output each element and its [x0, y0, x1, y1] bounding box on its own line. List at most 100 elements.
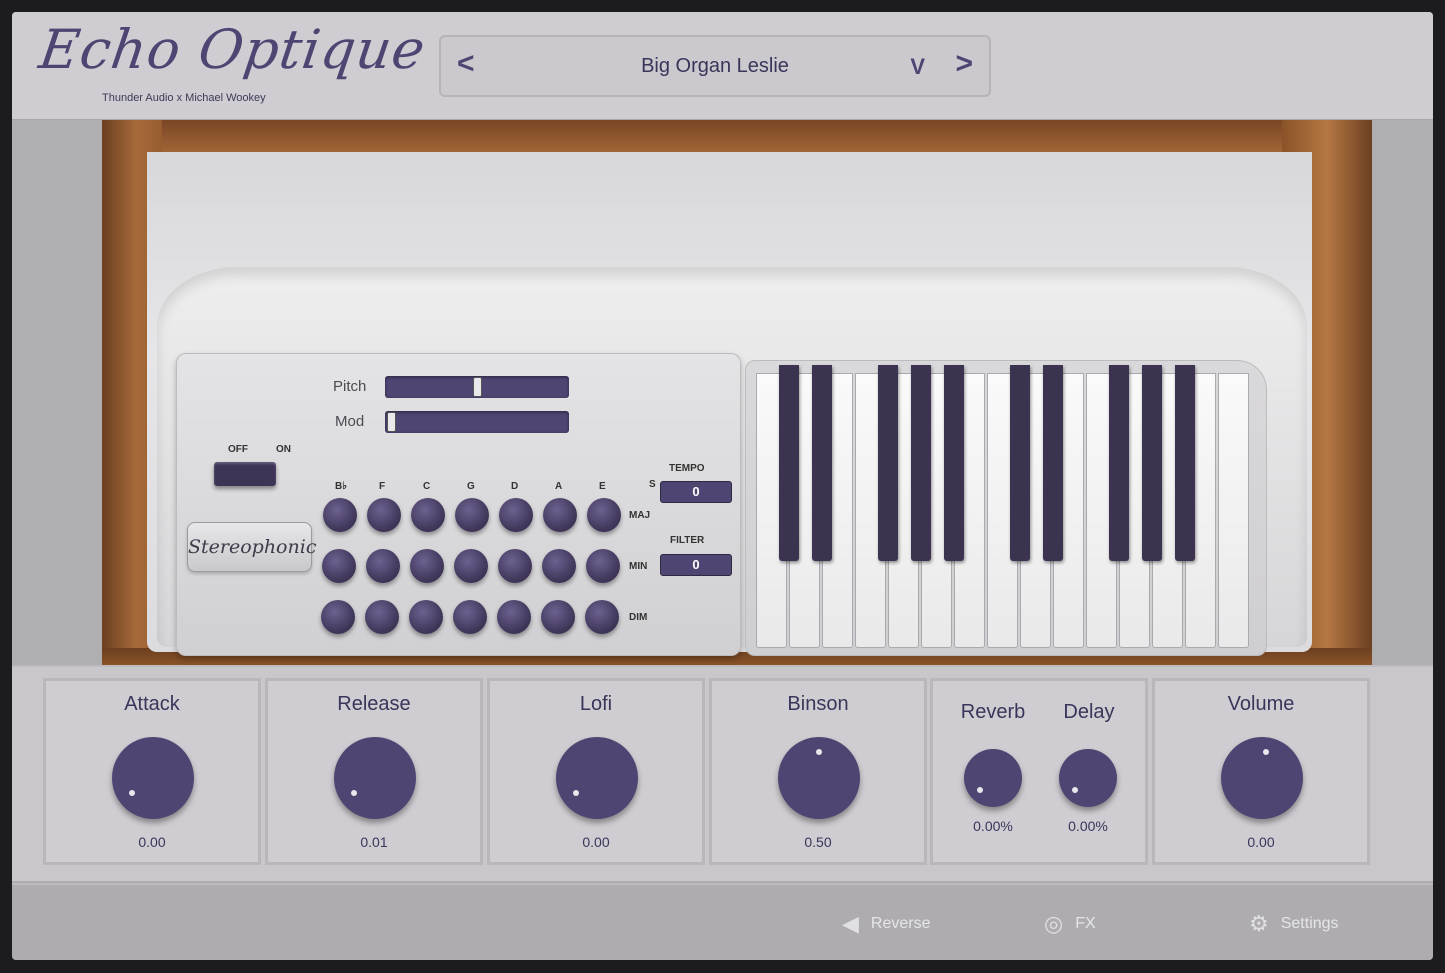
delay-knob[interactable] — [1059, 749, 1117, 807]
chord-button[interactable] — [543, 498, 577, 532]
delay-value: 0.00% — [1068, 818, 1108, 834]
black-key[interactable] — [779, 365, 799, 561]
chevron-down-icon[interactable]: V — [910, 54, 925, 80]
chord-button[interactable] — [321, 600, 355, 634]
delay-label: Delay — [1063, 701, 1115, 723]
piano-keyboard — [745, 360, 1267, 656]
settings-button[interactable]: ⚙ Settings — [1249, 911, 1339, 937]
knob-indicator — [1263, 749, 1269, 755]
volume-knob[interactable] — [1221, 737, 1303, 819]
lofi-value: 0.00 — [582, 834, 610, 850]
logo: Echo Optique — [35, 18, 430, 81]
organ-area: Pitch Mod OFF ON Stereophonic B♭ F C G D A E MA… — [12, 120, 1433, 665]
attack-panel: Attack 0.00 — [43, 678, 261, 865]
knob-indicator — [816, 749, 822, 755]
chevron-right-icon[interactable]: > — [955, 47, 973, 81]
release-knob[interactable] — [334, 737, 416, 819]
pitch-slider[interactable] — [385, 376, 569, 398]
chord-root-label: C — [423, 481, 431, 492]
binson-value: 0.50 — [804, 834, 832, 850]
black-key[interactable] — [1043, 365, 1063, 561]
chord-button[interactable] — [365, 600, 399, 634]
knob-indicator — [977, 787, 983, 793]
reverse-icon: ◀ — [842, 911, 859, 936]
attack-label: Attack — [124, 693, 180, 715]
chord-button[interactable] — [542, 549, 576, 583]
black-key[interactable] — [1109, 365, 1129, 561]
chord-button[interactable] — [367, 498, 401, 532]
volume-label: Volume — [1227, 693, 1295, 715]
chord-type-label: MAJ — [629, 510, 651, 521]
white-key[interactable] — [1218, 373, 1249, 648]
binson-knob[interactable] — [778, 737, 860, 819]
lofi-knob[interactable] — [556, 737, 638, 819]
chord-button[interactable] — [409, 600, 443, 634]
chord-type-label: MIN — [629, 561, 648, 572]
chord-root-label: D — [511, 481, 519, 492]
chord-button[interactable] — [410, 549, 444, 583]
mod-slider-thumb[interactable] — [387, 412, 396, 432]
black-key[interactable] — [1175, 365, 1195, 561]
chord-button[interactable] — [497, 600, 531, 634]
chord-button[interactable] — [454, 549, 488, 583]
tagline: Thunder Audio x Michael Wookey — [102, 92, 266, 104]
power-toggle[interactable] — [214, 462, 276, 486]
binson-label: Binson — [787, 693, 849, 715]
tempo-unit-label: S — [649, 479, 656, 490]
preset-name[interactable]: Big Organ Leslie — [441, 55, 989, 78]
release-panel: Release 0.01 — [265, 678, 483, 865]
chord-button[interactable] — [453, 600, 487, 634]
knob-indicator — [1072, 787, 1078, 793]
chord-button[interactable] — [498, 549, 532, 583]
reverb-knob[interactable] — [964, 749, 1022, 807]
header: Echo Optique Thunder Audio x Michael Woo… — [12, 12, 1433, 120]
filter-label: FILTER — [670, 535, 705, 546]
tempo-display[interactable]: 0 — [660, 481, 732, 503]
release-label: Release — [337, 693, 411, 715]
black-key[interactable] — [944, 365, 964, 561]
black-key[interactable] — [1142, 365, 1162, 561]
chord-button[interactable] — [366, 549, 400, 583]
lofi-label: Lofi — [579, 693, 613, 715]
binson-panel: Binson 0.50 — [709, 678, 927, 865]
lofi-panel: Lofi 0.00 — [487, 678, 705, 865]
preset-selector[interactable]: < Big Organ Leslie V > — [439, 35, 991, 97]
chord-button[interactable] — [322, 549, 356, 583]
black-key[interactable] — [911, 365, 931, 561]
plugin-window: Echo Optique Thunder Audio x Michael Woo… — [12, 12, 1433, 960]
tempo-label: TEMPO — [669, 463, 705, 474]
release-value: 0.01 — [360, 834, 388, 850]
chord-button[interactable] — [323, 498, 357, 532]
pitch-slider-thumb[interactable] — [473, 377, 482, 397]
mod-label: Mod — [335, 413, 365, 430]
chord-root-label: A — [555, 481, 563, 492]
chord-type-label: DIM — [629, 612, 648, 623]
chord-button[interactable] — [586, 549, 620, 583]
chord-root-label: G — [467, 481, 475, 492]
chord-button[interactable] — [499, 498, 533, 532]
chord-button[interactable] — [585, 600, 619, 634]
chord-button[interactable] — [587, 498, 621, 532]
reverse-label: Reverse — [870, 915, 931, 932]
chord-button[interactable] — [455, 498, 489, 532]
fx-button[interactable]: ◎ FX — [1044, 911, 1096, 937]
off-label: OFF — [228, 444, 248, 455]
black-key[interactable] — [878, 365, 898, 561]
mod-slider[interactable] — [385, 411, 569, 433]
fx-label: FX — [1075, 915, 1096, 932]
black-key[interactable] — [812, 365, 832, 561]
volume-value: 0.00 — [1247, 834, 1275, 850]
attack-knob[interactable] — [112, 737, 194, 819]
knob-indicator — [129, 790, 135, 796]
volume-panel: Volume 0.00 — [1152, 678, 1370, 865]
black-key[interactable] — [1010, 365, 1030, 561]
stereophonic-badge: Stereophonic — [187, 522, 316, 572]
filter-display[interactable]: 0 — [660, 554, 732, 576]
knob-section: Attack 0.00 Release 0.01 Lofi 0.00 Binso… — [12, 665, 1433, 881]
reverse-button[interactable]: ◀ Reverse — [842, 911, 931, 937]
chord-root-label: B♭ — [335, 481, 347, 492]
chord-button[interactable] — [411, 498, 445, 532]
chord-button[interactable] — [541, 600, 575, 634]
pitch-label: Pitch — [333, 378, 367, 395]
on-label: ON — [276, 444, 291, 455]
